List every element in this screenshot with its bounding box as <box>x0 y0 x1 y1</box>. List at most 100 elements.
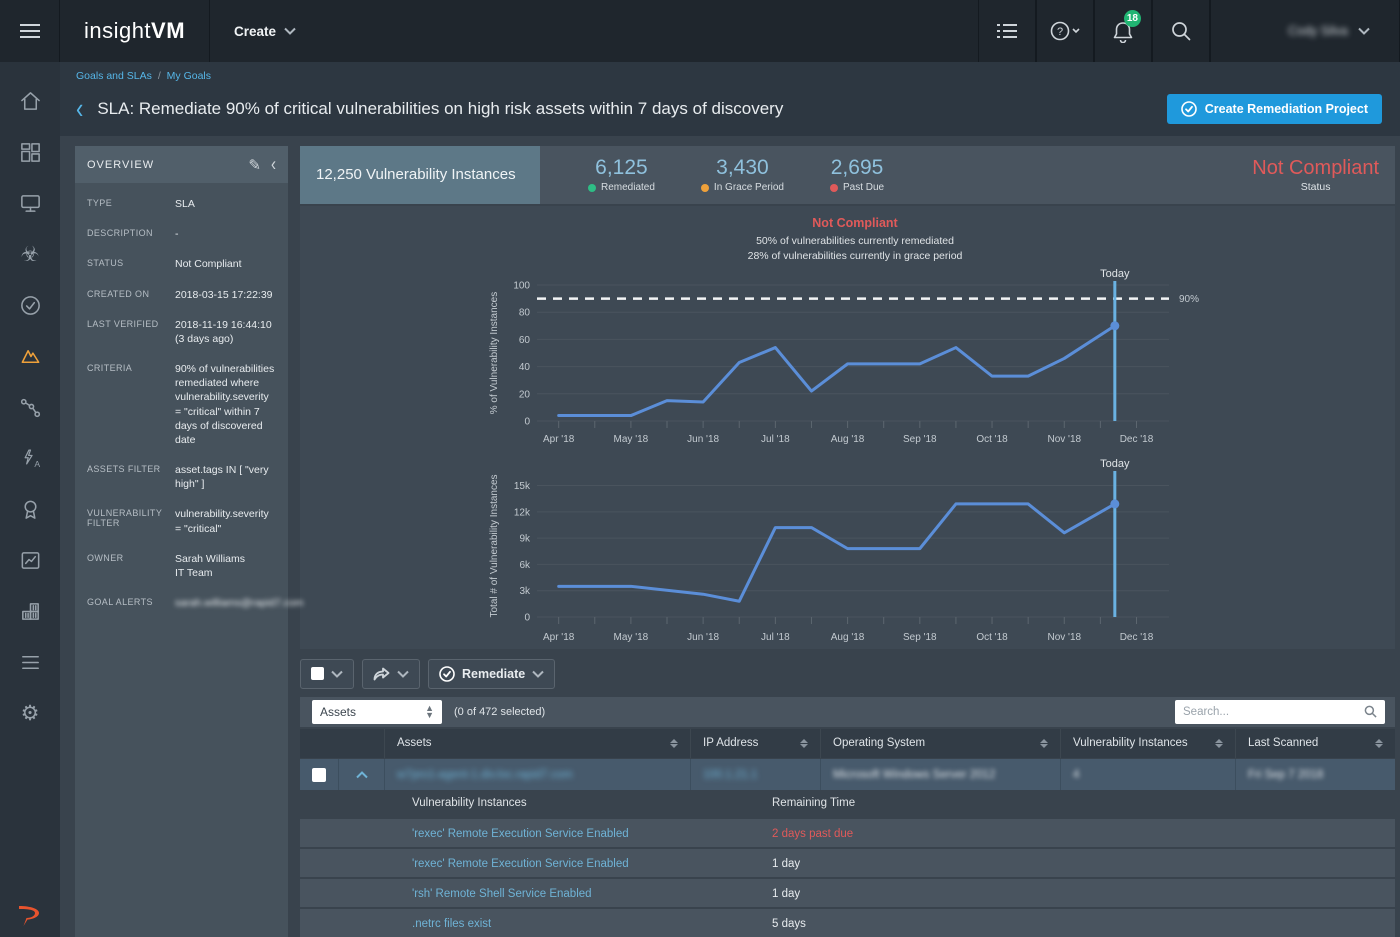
check-circle-icon <box>439 666 455 682</box>
create-menu[interactable]: Create <box>210 0 320 62</box>
sidebar-item-dashboards[interactable] <box>0 127 60 178</box>
overview-title: OVERVIEW <box>87 159 238 171</box>
sidebar-item-shared[interactable] <box>0 586 60 637</box>
user-menu[interactable]: Cody Silva <box>1210 0 1400 62</box>
column-header-ip-address[interactable]: IP Address <box>690 729 820 758</box>
breadcrumb-goals-and-slas[interactable]: Goals and SLAs <box>76 70 152 82</box>
svg-text:Sep '18: Sep '18 <box>903 632 937 643</box>
biohazard-icon: ☣ <box>21 244 40 265</box>
svg-text:15k: 15k <box>514 481 531 492</box>
past-due-dot-icon <box>830 184 838 192</box>
page-title: SLA: Remediate 90% of critical vulnerabi… <box>97 99 1152 119</box>
column-header-vulnerability-instances[interactable]: Vulnerability Instances <box>1060 729 1235 758</box>
assets-select[interactable]: Assets ▲▼ <box>312 700 442 724</box>
table-action-bar: Remediate <box>300 659 1395 689</box>
chevron-down-icon <box>397 670 409 678</box>
collapse-panel-icon[interactable]: ‹ <box>271 153 276 175</box>
row-checkbox[interactable] <box>312 768 326 782</box>
remediate-button[interactable]: Remediate <box>428 659 555 689</box>
list-icon <box>997 23 1017 39</box>
sidebar-item-policies[interactable] <box>0 280 60 331</box>
overview-field-criteria: CRITERIA 90% of vulnerabilities remediat… <box>87 362 276 447</box>
overview-field-vulnerability-filter: VULNERABILITY FILTER vulnerability.sever… <box>87 507 276 535</box>
svg-text:90%: 90% <box>1179 294 1199 305</box>
sidebar-item-home[interactable] <box>0 76 60 127</box>
check-circle-icon <box>19 294 42 317</box>
list-lines-icon <box>19 651 42 674</box>
chart-subtitle-2: 28% of vulnerabilities currently in grac… <box>485 250 1225 262</box>
collapse-row-chevron[interactable] <box>338 759 384 791</box>
remediated-dot-icon <box>588 184 596 192</box>
task-list-button[interactable] <box>978 0 1036 62</box>
svg-text:80: 80 <box>519 308 531 319</box>
table-search <box>1175 700 1385 724</box>
search-icon <box>1364 705 1377 718</box>
remaining-time: 1 day <box>772 888 800 900</box>
svg-text:40: 40 <box>519 362 531 373</box>
sidebar-item-vulnerabilities[interactable]: ☣ <box>0 229 60 280</box>
overview-field-type: TYPE SLA <box>87 197 276 211</box>
svg-text:May '18: May '18 <box>614 632 649 643</box>
column-header-assets[interactable]: Assets <box>384 729 690 758</box>
svg-text:3k: 3k <box>519 586 531 597</box>
select-all-dropdown[interactable] <box>300 659 354 689</box>
sort-icon <box>1040 739 1048 748</box>
overview-panel: OVERVIEW ✎ ‹ TYPE SLA DESCRIPTION - STAT… <box>75 146 288 937</box>
search-input[interactable] <box>1183 706 1364 718</box>
table-controls: Assets ▲▼ (0 of 472 selected) <box>300 697 1395 727</box>
svg-text:Total # of Vulnerability Insta: Total # of Vulnerability Instances <box>489 474 500 617</box>
notifications-button[interactable]: 18 <box>1094 0 1152 62</box>
chart-box-icon <box>19 549 42 572</box>
svg-text:Oct '18: Oct '18 <box>976 632 1008 643</box>
sidebar-item-certifications[interactable] <box>0 484 60 535</box>
svg-text:Jul '18: Jul '18 <box>761 632 790 643</box>
vulnerability-link[interactable]: 'rexec' Remote Execution Service Enabled <box>412 828 629 840</box>
chevron-down-icon <box>1358 27 1370 35</box>
vulnerability-link[interactable]: 'rsh' Remote Shell Service Enabled <box>412 888 592 900</box>
asset-table-row[interactable]: w7pro1-agent-1.div.loc.rapid7.com 100.1.… <box>300 759 1395 791</box>
chevron-down-icon <box>532 670 544 678</box>
check-circle-icon <box>1181 101 1197 117</box>
sidebar-item-management[interactable] <box>0 637 60 688</box>
sort-icon <box>670 739 678 748</box>
top-bar: insightVM Create ? 18 Cody Sil <box>0 0 1400 62</box>
vulnerability-link[interactable]: .netrc files exist <box>412 918 491 930</box>
sort-icon <box>1375 739 1383 748</box>
sidebar-item-attack-surface[interactable]: A <box>0 433 60 484</box>
award-ribbon-icon <box>19 498 42 521</box>
vulnerability-link[interactable]: 'rexec' Remote Execution Service Enabled <box>412 858 629 870</box>
sort-icon <box>1215 739 1223 748</box>
sidebar-item-automation[interactable] <box>0 382 60 433</box>
svg-text:Aug '18: Aug '18 <box>831 434 865 445</box>
notification-badge: 18 <box>1124 10 1141 27</box>
rapid7-logo <box>0 903 60 927</box>
gear-icon: ⚙ <box>21 703 40 724</box>
svg-text:Apr '18: Apr '18 <box>543 632 575 643</box>
breadcrumb-my-goals[interactable]: My Goals <box>167 70 211 82</box>
search-button[interactable] <box>1152 0 1210 62</box>
column-header-operating-system[interactable]: Operating System <box>820 729 1060 758</box>
chevron-down-icon <box>284 27 296 35</box>
sidebar-item-settings[interactable]: ⚙ <box>0 688 60 739</box>
svg-text:Jun '18: Jun '18 <box>687 632 719 643</box>
share-export-dropdown[interactable] <box>362 659 420 689</box>
asset-last-scanned: Fri Sep 7 2018 <box>1248 769 1323 781</box>
create-remediation-project-button[interactable]: Create Remediation Project <box>1167 94 1382 124</box>
sidebar-item-reports[interactable] <box>0 535 60 586</box>
column-header-last-scanned[interactable]: Last Scanned <box>1235 729 1395 758</box>
dashboard-grid-icon <box>19 141 42 164</box>
asset-name-link[interactable]: w7pro1-agent-1.div.loc.rapid7.com <box>397 769 573 781</box>
asset-ip: 100.1.21.1 <box>703 769 757 781</box>
sidebar-item-goals[interactable] <box>0 331 60 382</box>
help-menu-button[interactable]: ? <box>1036 0 1094 62</box>
sidebar-item-assets[interactable] <box>0 178 60 229</box>
svg-text:20: 20 <box>519 389 531 400</box>
hamburger-menu-icon[interactable] <box>0 0 60 62</box>
back-button[interactable]: ‹ <box>76 95 83 124</box>
help-icon: ? <box>1050 21 1080 41</box>
edit-pencil-icon[interactable]: ✎ <box>248 156 261 174</box>
svg-text:Dec '18: Dec '18 <box>1120 434 1154 445</box>
svg-text:Jun '18: Jun '18 <box>687 434 719 445</box>
overview-field-last-verified: LAST VERIFIED 2018-11-19 16:44:10 (3 day… <box>87 318 276 346</box>
sla-charts-panel: Not Compliant 50% of vulnerabilities cur… <box>300 206 1395 649</box>
